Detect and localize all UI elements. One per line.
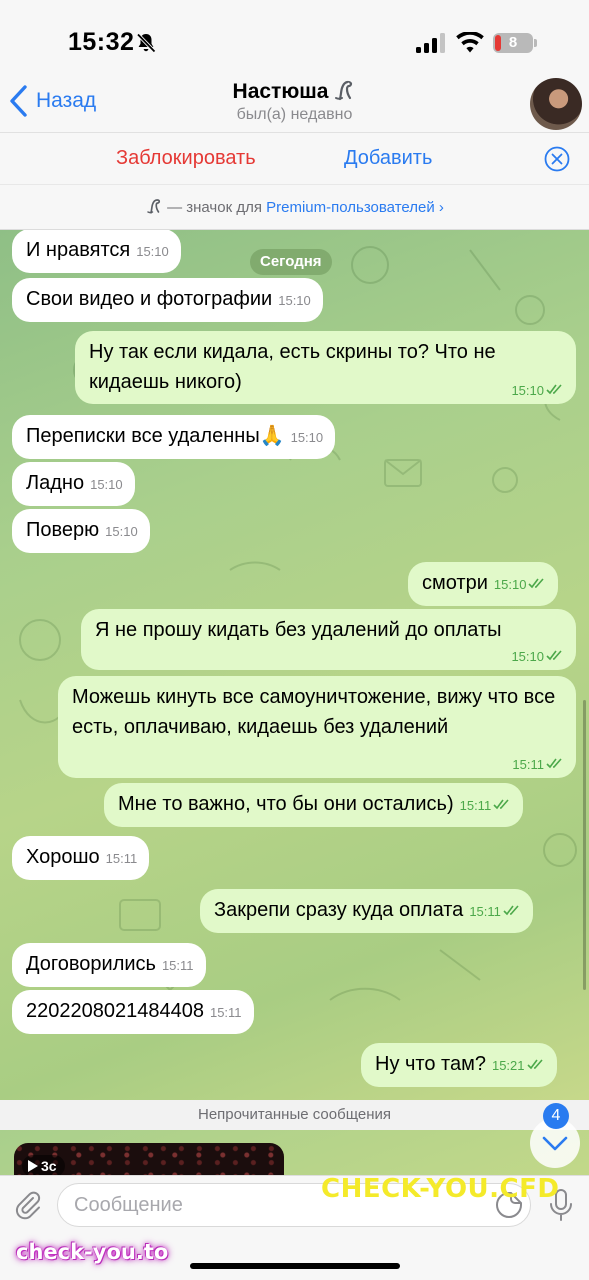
- message-text: Ладно: [26, 472, 85, 494]
- battery-level: 8: [508, 34, 518, 51]
- double-check-icon: [528, 578, 545, 589]
- message-time: 15:10: [105, 524, 138, 539]
- message-time: 15:10: [90, 477, 123, 492]
- contact-status: был(а) недавно: [236, 106, 353, 123]
- bell-slash-icon: [136, 33, 156, 53]
- status-time: 15:32: [68, 28, 135, 56]
- message-bubble-incoming[interactable]: Поверю 15:10: [12, 509, 150, 553]
- message-time: 15:11: [512, 757, 544, 772]
- message-text: Ну что там?: [375, 1053, 486, 1075]
- video-duration: 3с: [41, 1158, 57, 1174]
- double-check-icon: [526, 1059, 543, 1070]
- message-bubble-outgoing[interactable]: Я не прошу кидать без удалений до оплаты…: [81, 609, 576, 670]
- dinosaur-emoji-icon: [147, 199, 161, 214]
- message-bubble-outgoing[interactable]: Закрепи сразу куда оплата 15:11: [200, 889, 533, 933]
- message-time: 15:10: [278, 293, 311, 308]
- message-time: 15:10: [136, 244, 169, 259]
- message-text: Переписки все удаленны🙏: [26, 425, 285, 447]
- message-text: Поверю: [26, 519, 100, 541]
- message-time: 15:11: [105, 851, 138, 866]
- close-circle-icon[interactable]: [544, 146, 570, 172]
- message-time: 15:10: [511, 649, 544, 664]
- double-check-icon: [546, 758, 562, 769]
- video-message[interactable]: 3с: [14, 1143, 284, 1175]
- premium-note: — значок для Premium-пользователей ›: [0, 184, 589, 230]
- watermark-corner: check-you.to: [16, 1240, 169, 1264]
- message-text: Договорились: [26, 953, 156, 975]
- message-bubble-outgoing[interactable]: Ну что там? 15:21: [361, 1043, 557, 1087]
- contact-action-bar: Заблокировать Добавить: [0, 132, 589, 184]
- unread-count-badge: 4: [543, 1103, 569, 1129]
- premium-link[interactable]: Premium-пользователей ›: [266, 199, 444, 216]
- message-time: 15:10: [511, 383, 544, 398]
- message-list-continued[interactable]: 3с: [0, 1130, 589, 1175]
- message-bubble-incoming[interactable]: Свои видео и фотографии 15:10: [12, 278, 323, 322]
- home-indicator: [190, 1263, 400, 1269]
- message-time: 15:11: [469, 904, 501, 919]
- double-check-icon: [493, 799, 509, 810]
- message-text: Ну так если кидала, есть скрины то? Что …: [89, 341, 496, 393]
- message-bubble-outgoing[interactable]: Ну так если кидала, есть скрины то? Что …: [75, 331, 576, 404]
- message-bubble-incoming[interactable]: И нравятся 15:10: [12, 230, 181, 273]
- double-check-icon: [503, 905, 519, 916]
- message-time: 15:10: [290, 430, 324, 445]
- message-bubble-incoming[interactable]: Хорошо 15:11: [12, 836, 150, 880]
- dinosaur-emoji-icon: [335, 80, 353, 101]
- cellular-signal-icon: [416, 33, 445, 53]
- message-bubble-outgoing[interactable]: смотри 15:10: [408, 562, 559, 606]
- date-separator: Сегодня: [250, 249, 332, 275]
- double-check-icon: [546, 650, 562, 661]
- message-time: 15:21: [491, 1058, 525, 1073]
- message-bubble-incoming[interactable]: Договорились 15:11: [12, 943, 206, 987]
- message-text: Можешь кинуть все самоуничтожение, вижу …: [72, 686, 556, 738]
- wifi-icon: [456, 32, 484, 53]
- message-meta: 15:10: [511, 649, 564, 664]
- message-time: 15:11: [459, 798, 492, 813]
- premium-link-label: Premium-пользователей: [266, 199, 435, 216]
- message-time: 15:11: [209, 1005, 242, 1020]
- message-meta: 15:11: [512, 757, 564, 772]
- avatar[interactable]: [530, 78, 582, 130]
- premium-note-text: — значок для: [167, 199, 267, 216]
- video-duration-badge: 3с: [22, 1155, 65, 1175]
- message-meta: 15:10: [511, 383, 564, 398]
- message-text: Закрепи сразу куда оплата: [214, 899, 464, 921]
- battery-indicator: 8: [493, 33, 533, 53]
- battery-cap: [534, 39, 537, 47]
- message-bubble-incoming[interactable]: Ладно 15:10: [12, 462, 135, 506]
- message-bubble-outgoing[interactable]: Мне то важно, что бы они остались) 15:11: [104, 783, 524, 827]
- paperclip-icon[interactable]: [12, 1189, 44, 1221]
- block-button[interactable]: Заблокировать: [116, 147, 256, 170]
- message-text: И нравятся: [26, 239, 131, 261]
- unread-separator: Непрочитанные сообщения: [0, 1100, 589, 1130]
- message-time: 15:11: [161, 958, 194, 973]
- chat-title[interactable]: Настюша: [0, 78, 589, 104]
- play-icon: [28, 1160, 38, 1172]
- message-time: 15:10: [493, 577, 527, 592]
- message-text: Хорошо: [26, 846, 100, 868]
- add-contact-button[interactable]: Добавить: [344, 147, 432, 170]
- message-bubble-incoming[interactable]: Переписки все удаленны🙏 15:10: [12, 415, 336, 459]
- watermark-overlay: CHECK-YOU.CFD: [321, 1174, 560, 1204]
- message-list[interactable]: Сегодня И нравятся 15:10 Свои видео и фот…: [0, 230, 589, 1100]
- message-text: Мне то важно, что бы они остались): [118, 793, 454, 815]
- message-text: смотри: [422, 572, 488, 594]
- message-text: 2202208021484408: [26, 1000, 204, 1022]
- message-bubble-incoming[interactable]: 2202208021484408 15:11: [12, 990, 254, 1034]
- message-bubble-outgoing[interactable]: Можешь кинуть все самоуничтожение, вижу …: [58, 676, 576, 778]
- message-text: Я не прошу кидать без удалений до оплаты: [95, 619, 502, 641]
- scrollbar[interactable]: [583, 700, 586, 990]
- contact-name: Настюша: [232, 80, 329, 103]
- message-text: Свои видео и фотографии: [26, 288, 273, 310]
- chat-header: Назад Настюша был(а) недавно: [0, 70, 589, 132]
- double-check-icon: [546, 384, 562, 395]
